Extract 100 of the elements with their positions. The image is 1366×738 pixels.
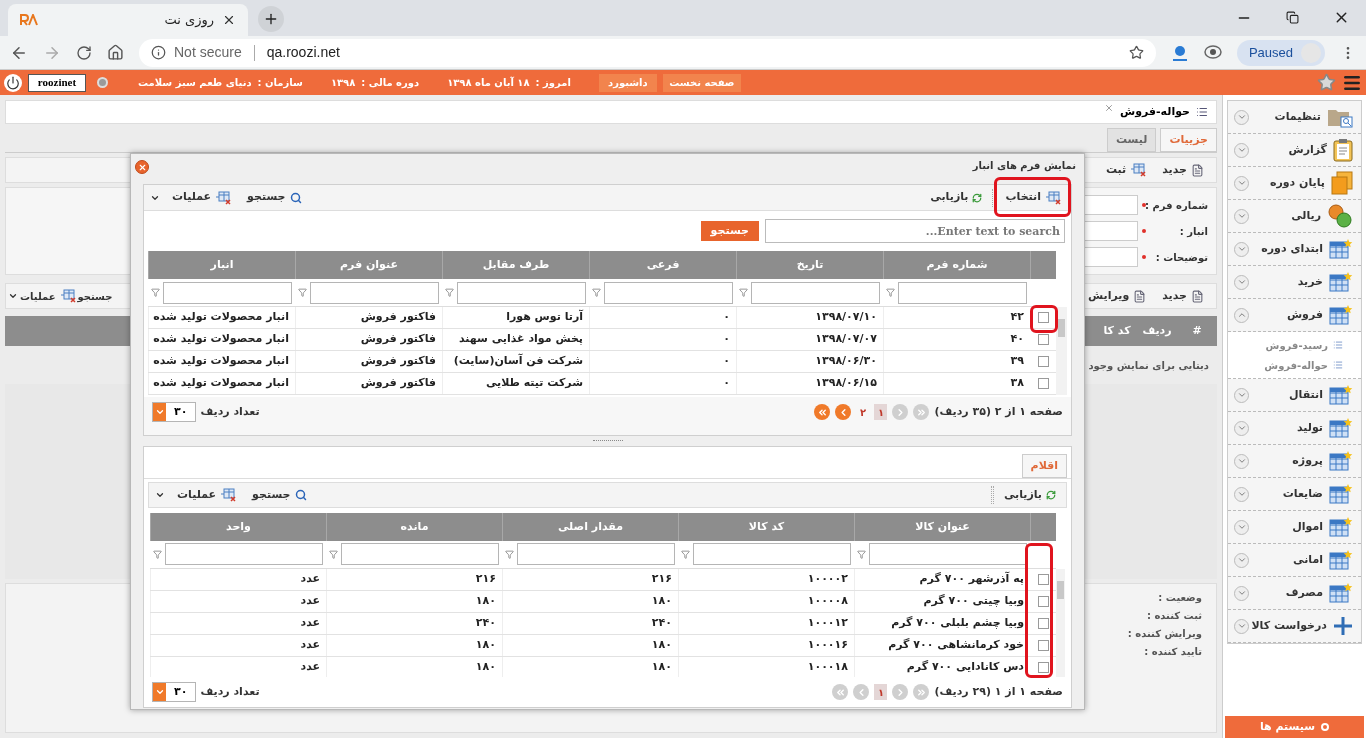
search-field[interactable]: Enter text to search... (765, 219, 1065, 243)
expand-toggle[interactable] (1234, 307, 1249, 323)
checkbox[interactable] (1037, 639, 1049, 651)
filter-field[interactable] (693, 543, 851, 566)
filter-field[interactable] (751, 281, 880, 304)
chevron-button[interactable] (853, 684, 870, 701)
new-button[interactable]: جدید (1158, 286, 1208, 306)
search-button[interactable]: جستجو (243, 187, 306, 208)
submenu-item[interactable]: رسید-فروش (1265, 335, 1361, 355)
page-button[interactable]: ۱ (874, 404, 888, 420)
checkbox[interactable] (1037, 573, 1049, 585)
restore-icon[interactable] (1286, 11, 1299, 24)
checkbox[interactable] (1037, 661, 1049, 673)
actions-button[interactable]: عملیات (168, 187, 236, 208)
expand-toggle[interactable] (1234, 618, 1249, 634)
expand-toggle[interactable] (1234, 486, 1249, 502)
sidebar-item[interactable]: تنظیمات (1274, 106, 1353, 128)
expand-toggle[interactable] (1234, 241, 1249, 257)
actions-button[interactable]: عملیات (20, 286, 76, 306)
double-chevron-button[interactable] (913, 684, 930, 701)
checkbox[interactable] (1037, 334, 1049, 345)
scrollbar[interactable] (1056, 307, 1067, 395)
select-button[interactable]: انتخاب (1001, 187, 1065, 208)
sidebar-item[interactable]: درخواست کالا (1251, 616, 1353, 636)
submenu-item[interactable]: حواله-فروش (1264, 355, 1361, 375)
reload-icon[interactable] (76, 44, 92, 61)
expand-toggle[interactable] (1234, 274, 1249, 290)
chevron-button[interactable] (835, 404, 852, 420)
extension-icon[interactable] (1170, 43, 1189, 62)
tab[interactable]: لیست (1106, 128, 1157, 152)
info-icon (151, 45, 166, 60)
list-icon (1196, 106, 1208, 118)
expand-toggle[interactable] (1234, 420, 1249, 436)
scrollbar[interactable] (1056, 568, 1065, 678)
sidebar-item[interactable]: پایان دوره (1269, 171, 1353, 195)
double-chevron-button[interactable] (832, 684, 849, 701)
sidebar-item[interactable]: اموال (1292, 516, 1353, 538)
chevron-up-icon (1236, 310, 1247, 320)
expand-toggle[interactable] (1234, 387, 1249, 403)
chevron-button[interactable] (892, 684, 909, 701)
expand-toggle[interactable] (1234, 175, 1249, 191)
splitter-handle[interactable] (592, 440, 623, 442)
page-size-select[interactable]: ۳۰ (152, 402, 197, 422)
home-icon[interactable] (107, 44, 124, 61)
filter-field[interactable] (341, 543, 499, 566)
filter-field[interactable] (869, 543, 1027, 566)
page-size-select[interactable]: ۳۰ (152, 682, 197, 703)
close-button[interactable] (135, 160, 149, 174)
table-star-icon (1329, 483, 1353, 505)
refresh-button[interactable]: بازیابی (999, 484, 1060, 505)
new-tab-button[interactable] (258, 6, 284, 32)
refresh-button[interactable]: بازیابی (926, 187, 987, 208)
double-chevron-button[interactable] (814, 404, 831, 420)
profile-button[interactable]: Paused (1236, 39, 1325, 66)
actions-button[interactable]: عملیات (173, 484, 241, 505)
sidebar-item[interactable]: خرید (1297, 271, 1353, 293)
browser-tab[interactable]: روزی نت (8, 4, 248, 36)
sidebar-item[interactable]: امانی (1293, 549, 1353, 571)
double-chevron-button[interactable] (913, 404, 930, 420)
page-button[interactable]: ۱ (874, 684, 888, 701)
filter-field[interactable] (517, 543, 675, 566)
chevron-button[interactable] (892, 404, 909, 420)
filter-field[interactable] (165, 543, 323, 566)
checkbox[interactable] (1037, 312, 1049, 323)
expand-toggle[interactable] (1234, 519, 1249, 535)
sidebar-item[interactable]: فروش (1286, 304, 1353, 326)
address-field[interactable]: Not secure qa.roozi.net (139, 38, 1156, 67)
checkbox[interactable] (1037, 595, 1049, 607)
page-button[interactable]: ۲ (856, 404, 870, 420)
close-icon[interactable] (222, 13, 236, 27)
checkbox[interactable] (1037, 356, 1049, 367)
favorites-star-icon[interactable] (1317, 73, 1336, 92)
bookmark-star-icon[interactable] (1128, 45, 1144, 60)
expand-toggle[interactable] (1234, 109, 1249, 125)
edit-button[interactable]: ویرایش (1083, 286, 1151, 306)
expand-toggle[interactable] (1234, 453, 1249, 469)
filter-field[interactable] (604, 281, 733, 304)
sidebar-item[interactable]: ضایعات (1282, 483, 1353, 505)
sidebar-item[interactable]: تولید (1297, 417, 1353, 439)
expand-toggle[interactable] (1234, 142, 1249, 158)
filter-field[interactable] (898, 281, 1027, 304)
sidebar-item[interactable]: ریالی (1291, 204, 1353, 228)
sidebar-item[interactable]: مصرف (1285, 582, 1353, 604)
new-button[interactable]: جدید (1158, 160, 1208, 180)
checkbox[interactable] (1037, 378, 1049, 389)
expand-toggle[interactable] (1234, 552, 1249, 568)
expand-toggle[interactable] (1234, 585, 1249, 601)
sidebar-item[interactable]: گزارش (1288, 138, 1353, 162)
filter-field[interactable] (310, 281, 439, 304)
filter-field[interactable] (457, 281, 586, 304)
expand-toggle[interactable] (1234, 208, 1249, 224)
sidebar-item[interactable]: پروژه (1292, 450, 1353, 472)
search-button[interactable]: جستجو (77, 286, 113, 306)
filter-field[interactable] (163, 281, 292, 304)
save-button[interactable]: ثبت (1101, 160, 1151, 180)
sidebar-item[interactable]: انتقال (1289, 384, 1353, 406)
power-icon[interactable] (4, 73, 22, 92)
checkbox[interactable] (1037, 617, 1049, 629)
sidebar-item[interactable]: ابتدای دوره (1261, 238, 1353, 260)
search-button[interactable]: جستجو (248, 484, 311, 505)
